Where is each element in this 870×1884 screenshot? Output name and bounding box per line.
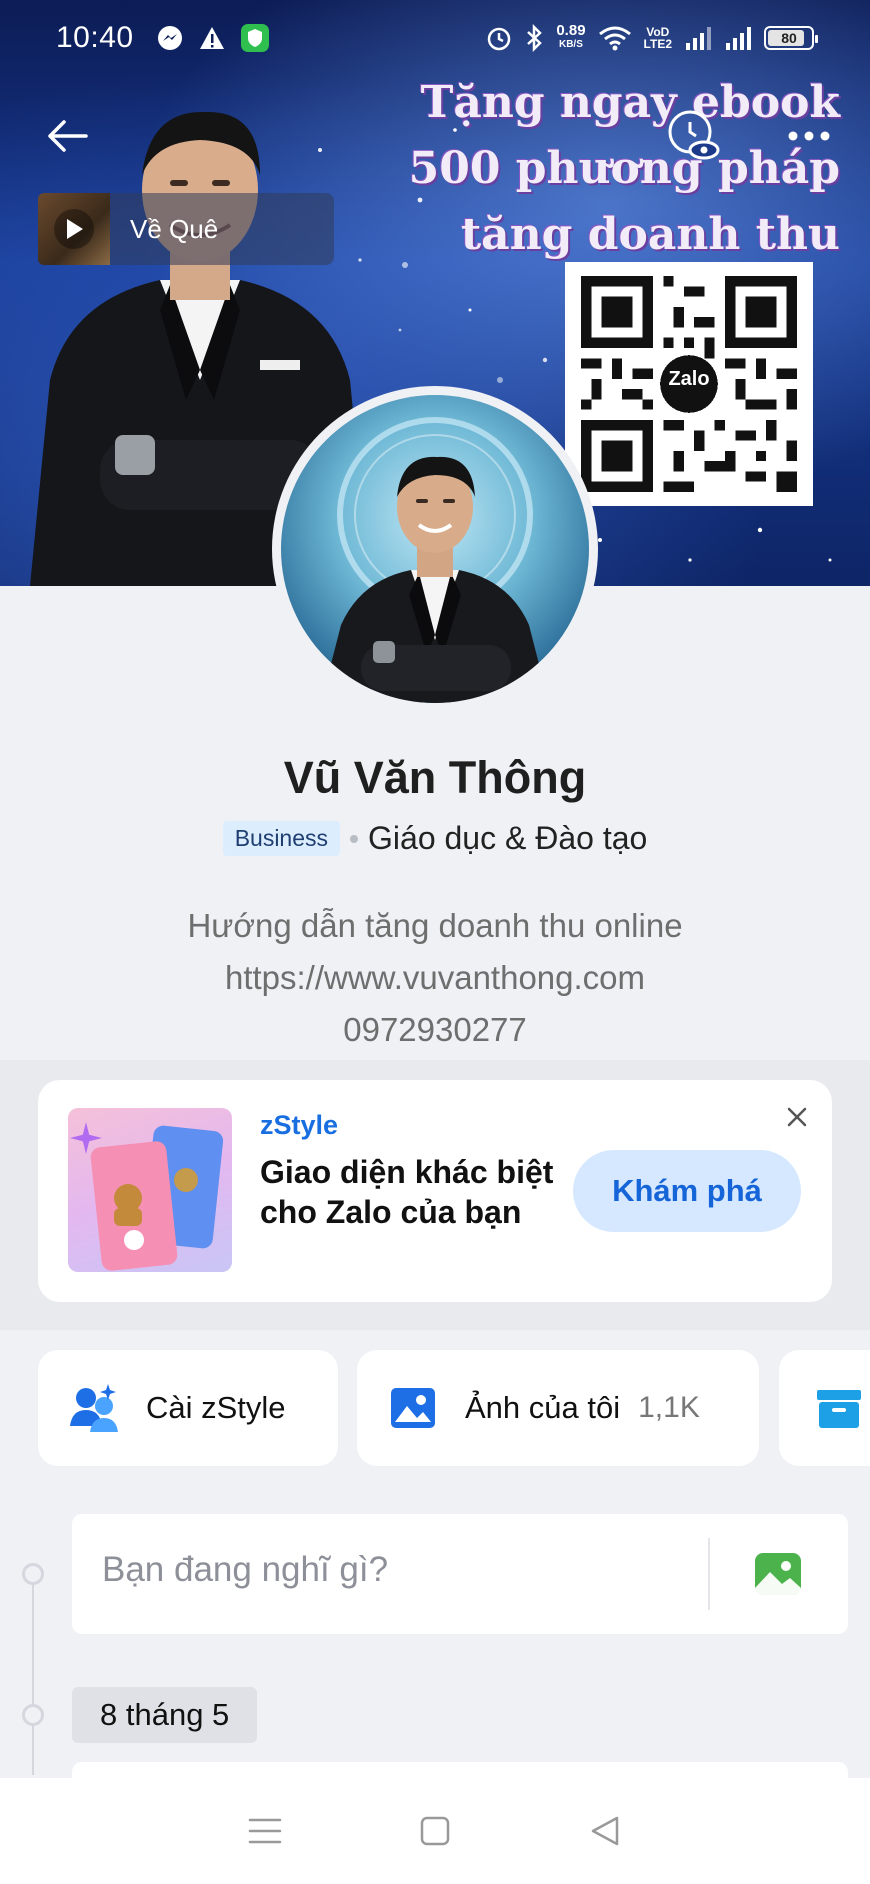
more-options-icon[interactable] bbox=[784, 118, 834, 154]
shield-app-icon bbox=[240, 24, 269, 52]
music-title: Về Quê bbox=[130, 213, 219, 244]
signal-1-icon bbox=[686, 27, 711, 50]
qr-code: Zalo bbox=[565, 262, 813, 506]
status-bar: 10:40 0.89 KB/S VoD LTE2 80 bbox=[0, 0, 870, 76]
timeline-date-chip: 8 tháng 5 bbox=[72, 1687, 258, 1743]
timeline-dot bbox=[22, 1563, 44, 1585]
bio-line-1: Hướng dẫn tăng doanh thu online bbox=[187, 907, 683, 944]
promo-line-1: Tặng ngay ebook bbox=[420, 77, 840, 128]
add-photo-icon[interactable] bbox=[752, 1548, 804, 1600]
zstyle-thumbnail bbox=[68, 1108, 232, 1272]
shortcut-my-photos-label: Ảnh của tôi bbox=[465, 1390, 621, 1425]
qr-zalo-logo: Zalo bbox=[668, 368, 710, 390]
alarm-icon bbox=[488, 27, 511, 51]
photo-count: 1,1K bbox=[638, 1391, 700, 1424]
shortcut-archive[interactable] bbox=[779, 1350, 870, 1466]
profile-music-pill[interactable]: Về Quê bbox=[38, 193, 334, 265]
status-time: 10:40 bbox=[56, 21, 134, 54]
close-icon[interactable] bbox=[782, 1102, 812, 1132]
wifi-icon bbox=[598, 26, 631, 51]
zstyle-promo-card[interactable]: zStyle Giao diện khác biệt cho Zalo của … bbox=[38, 1080, 832, 1302]
network-speed-value: 0.89 bbox=[556, 22, 586, 39]
bio-phone[interactable]: 0972930277 bbox=[0, 1004, 870, 1056]
profile-category: Giáo dục & Đào tạo bbox=[368, 820, 648, 856]
network-speed: 0.89 KB/S bbox=[556, 22, 586, 52]
archive-icon bbox=[817, 1390, 861, 1428]
timeline-line bbox=[32, 1575, 34, 1775]
avatar-person-image bbox=[321, 417, 549, 703]
promo-text: Tặng ngay ebook 500 phương pháp tăng doa… bbox=[409, 70, 840, 268]
profile-name: Vũ Văn Thông bbox=[283, 752, 587, 803]
profile-avatar[interactable] bbox=[272, 386, 598, 712]
back-arrow-icon[interactable] bbox=[40, 108, 96, 164]
shortcut-zstyle[interactable]: Cài zStyle bbox=[38, 1350, 338, 1466]
signal-2-icon bbox=[726, 27, 751, 50]
shortcut-my-photos[interactable]: Ảnh của tôi 1,1K bbox=[357, 1350, 759, 1466]
back-icon[interactable] bbox=[585, 1811, 625, 1851]
zstyle-title: Giao diện khác biệt cho Zalo của bạn bbox=[260, 1154, 554, 1230]
promo-line-2: 500 phương pháp bbox=[408, 143, 840, 194]
bio-website-link[interactable]: https://www.vuvanthong.com bbox=[0, 952, 870, 1004]
messenger-icon bbox=[157, 26, 182, 50]
music-thumbnail bbox=[38, 193, 110, 265]
zstyle-label: zStyle bbox=[260, 1110, 339, 1140]
profile-bio: Hướng dẫn tăng doanh thu online https://… bbox=[0, 900, 870, 1056]
bluetooth-icon bbox=[527, 24, 543, 52]
timeline-dot bbox=[22, 1704, 44, 1726]
promo-line-3: tăng doanh thu bbox=[460, 209, 840, 260]
home-icon[interactable] bbox=[415, 1811, 455, 1851]
network-speed-unit: KB/S bbox=[558, 39, 583, 50]
recent-apps-icon[interactable] bbox=[245, 1811, 285, 1851]
warning-icon bbox=[199, 27, 224, 49]
shortcut-zstyle-label: Cài zStyle bbox=[146, 1390, 286, 1425]
composer-placeholder[interactable]: Bạn đang nghĩ gì? bbox=[102, 1550, 388, 1590]
profile-visitor-icon[interactable] bbox=[664, 108, 720, 164]
photo-icon bbox=[391, 1388, 435, 1428]
post-composer[interactable]: Bạn đang nghĩ gì? bbox=[72, 1514, 848, 1634]
separator-dot bbox=[350, 834, 359, 843]
profile-category-row: Business Giáo dục & Đào tạo bbox=[0, 820, 870, 857]
zstyle-users-icon bbox=[70, 1384, 118, 1432]
system-nav-bar bbox=[0, 1778, 870, 1884]
lte-indicator: VoD LTE2 bbox=[644, 26, 672, 50]
network-label-2: LTE2 bbox=[643, 37, 672, 51]
battery-level: 80 bbox=[781, 30, 797, 46]
composer-divider bbox=[708, 1538, 710, 1610]
play-icon[interactable] bbox=[54, 209, 94, 249]
explore-button[interactable]: Khám phá bbox=[573, 1150, 801, 1232]
business-badge: Business bbox=[222, 821, 341, 856]
battery-indicator: 80 bbox=[764, 26, 818, 50]
